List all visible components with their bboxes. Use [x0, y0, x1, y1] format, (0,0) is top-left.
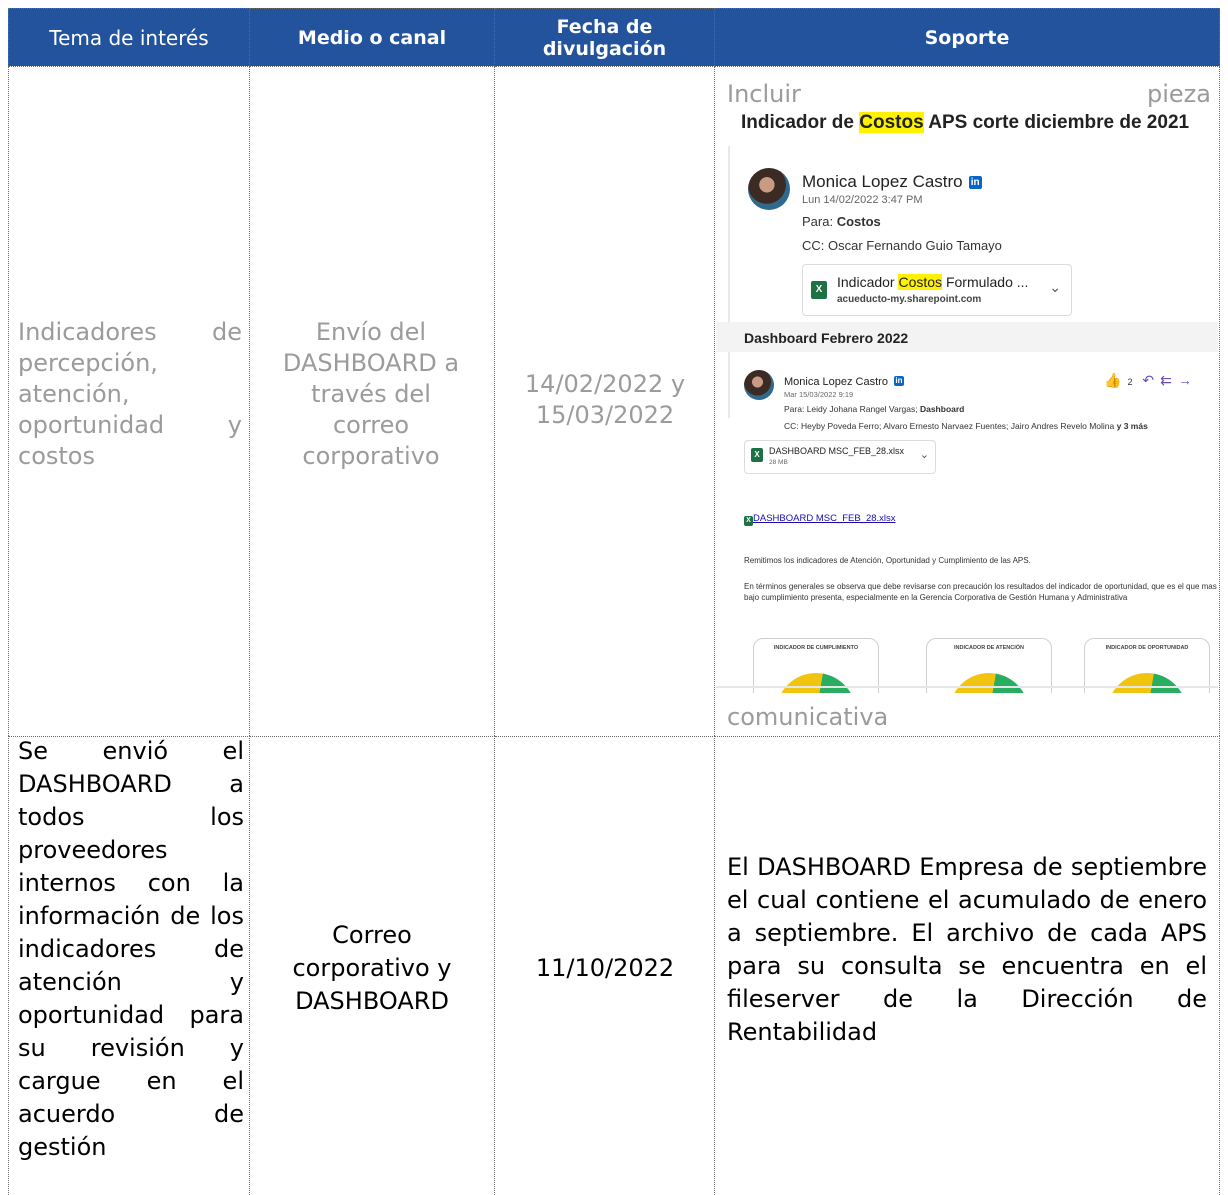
email2-link-text[interactable]: DASHBOARD MSC_FEB_28.xlsx — [753, 513, 896, 524]
row2-fecha: 11/10/2022 — [535, 954, 675, 982]
header-fecha-label: Fecha de divulgación — [542, 15, 667, 60]
email2-sender-name[interactable]: Monica Lopez Castro — [784, 376, 888, 388]
email1-subject-highlight: Costos — [859, 112, 924, 133]
email2-date: Mar 15/03/2022 9:19 — [784, 390, 854, 399]
row1-medio: Envío del DASHBOARD a través del correo … — [282, 318, 460, 470]
reply-icon[interactable]: ↶ — [1142, 372, 1160, 388]
email1-to-label: Para: — [802, 214, 834, 229]
linkedin-icon[interactable]: in — [893, 376, 904, 386]
row2-medio: Correo corporativo y DASHBOARD — [292, 921, 452, 1015]
email-screenshot: Indicador de Costos APS corte diciembre … — [716, 108, 1218, 693]
email1-cc-label: CC: — [802, 238, 825, 253]
row1-tema: Indicadores de percepción, atención, opo… — [18, 318, 242, 470]
row1-medio-cell: Envío del DASHBOARD a través del correo … — [250, 66, 495, 736]
email1-sender[interactable]: Monica Lopez Castro in — [802, 172, 982, 192]
like-icon[interactable]: 👍 — [1104, 372, 1127, 388]
screenshot-bottom-edge — [716, 686, 1218, 688]
gauge-atencion: INDICADOR DE ATENCIÓN — [926, 638, 1052, 693]
email1-cc-value[interactable]: Oscar Fernando Guio Tamayo — [828, 238, 1002, 253]
chevron-down-icon[interactable]: ⌄ — [1049, 279, 1061, 296]
soporte-pieza: pieza — [1147, 80, 1211, 108]
email1-attachment[interactable]: X Indicador Costos Formulado ... acueduc… — [802, 264, 1072, 316]
email1-sender-name[interactable]: Monica Lopez Castro — [802, 172, 963, 191]
header-tema-label: Tema de interés — [49, 25, 209, 50]
gauge-cumplimiento: INDICADOR DE CUMPLIMIENTO — [753, 638, 879, 693]
forward-icon[interactable]: → — [1178, 372, 1198, 388]
email2-cc-value[interactable]: Heyby Poveda Ferro; Alvaro Ernesto Narva… — [801, 421, 1114, 431]
soporte-comunicativa: comunicativa — [727, 703, 889, 731]
header-soporte-label: Soporte — [924, 26, 1010, 49]
email2-actions: 👍2 ↶⇇→ — [1104, 372, 1198, 389]
row2-tema: Se envió el DASHBOARD a todos los provee… — [18, 737, 244, 1161]
email2-paragraph-1: Remitimos los indicadores de Atención, O… — [744, 556, 1031, 565]
gauge-atencion-arc — [949, 673, 1029, 693]
email2-like-count: 2 — [1127, 377, 1133, 387]
header-fecha: Fecha de divulgación — [495, 8, 715, 66]
gauge-oportunidad-arc — [1107, 673, 1187, 693]
excel-icon: X — [751, 448, 763, 462]
excel-icon: X — [811, 281, 827, 299]
header-tema: Tema de interés — [8, 8, 250, 66]
reply-all-icon[interactable]: ⇇ — [1160, 372, 1178, 388]
email1-cc: CC: Oscar Fernando Guio Tamayo — [802, 238, 1002, 253]
email1-subject-post: APS corte diciembre de 2021 — [923, 112, 1190, 133]
soporte-incluir: Incluir — [727, 80, 801, 108]
email1-date: Lun 14/02/2022 3:47 PM — [802, 194, 923, 206]
email1-attachment-name[interactable]: Indicador Costos Formulado ... — [837, 274, 1028, 290]
header-medio-label: Medio o canal — [297, 26, 447, 49]
email1-subject: Indicador de Costos APS corte diciembre … — [741, 112, 1189, 134]
row2-soporte: El DASHBOARD Empresa de septiembre el cu… — [727, 853, 1207, 1046]
row1-tema-cell: Indicadores de percepción, atención, opo… — [8, 66, 250, 736]
row1-fecha: 14/02/2022 y 15/03/2022 — [524, 370, 686, 429]
email2-attachment-name[interactable]: DASHBOARD MSC_FEB_28.xlsx — [769, 446, 904, 456]
email2-cc: CC: Heyby Poveda Ferro; Alvaro Ernesto N… — [784, 421, 1148, 431]
email1-attachment-host: acueducto-my.sharepoint.com — [837, 294, 982, 305]
email2-subject: Dashboard Febrero 2022 — [744, 330, 909, 346]
email2-to: Para: Leidy Johana Rangel Vargas; Dashbo… — [784, 404, 964, 414]
header-soporte: Soporte — [715, 8, 1220, 66]
gauge-oportunidad: INDICADOR DE OPORTUNIDAD — [1084, 638, 1210, 693]
email1-to: Para: Costos — [802, 214, 881, 229]
excel-icon: X — [744, 516, 753, 526]
email1-avatar — [748, 168, 790, 210]
row2-fecha-cell: 11/10/2022 — [495, 736, 715, 1195]
email2-to-name[interactable]: Leidy Johana Rangel Vargas; — [807, 404, 918, 414]
email1-subject-pre: Indicador de — [741, 112, 860, 133]
gauge-oportunidad-title: INDICADOR DE OPORTUNIDAD — [1105, 645, 1189, 651]
email1-to-value[interactable]: Costos — [837, 214, 881, 229]
email2-avatar — [744, 370, 774, 400]
email2-sender[interactable]: Monica Lopez Castro in — [784, 376, 904, 388]
gauge-cumplimiento-arc — [776, 673, 856, 693]
chevron-down-icon[interactable]: ⌄ — [920, 448, 929, 461]
email2-attachment-size: 28 MB — [769, 459, 788, 466]
email2-cc-label: CC: — [784, 421, 799, 431]
email2-cc-more[interactable]: y 3 más — [1117, 421, 1148, 431]
row2-tema-cell: Se envió el DASHBOARD a todos los provee… — [8, 736, 250, 1195]
email2-file-link[interactable]: X DASHBOARD MSC_FEB_28.xlsx — [744, 513, 896, 526]
email1-attach-post: Formulado ... — [942, 274, 1029, 290]
email2-to-group[interactable]: Dashboard — [920, 404, 964, 414]
email1-attach-highlight: Costos — [898, 274, 943, 290]
row2-soporte-cell: El DASHBOARD Empresa de septiembre el cu… — [715, 736, 1220, 1195]
row2-medio-cell: Correo corporativo y DASHBOARD — [250, 736, 495, 1195]
gauge-atencion-title: INDICADOR DE ATENCIÓN — [954, 645, 1024, 651]
email1-attach-pre: Indicador — [837, 274, 899, 290]
gauge-cumplimiento-title: INDICADOR DE CUMPLIMIENTO — [773, 645, 859, 651]
row1-fecha-cell: 14/02/2022 y 15/03/2022 — [495, 66, 715, 736]
header-medio: Medio o canal — [250, 8, 495, 66]
email2-paragraph-2: En términos generales se observa que deb… — [744, 582, 1217, 602]
email2-to-label: Para: — [784, 404, 805, 414]
email2-attachment[interactable]: X DASHBOARD MSC_FEB_28.xlsx 28 MB ⌄ — [744, 440, 936, 474]
linkedin-icon[interactable]: in — [968, 176, 982, 189]
